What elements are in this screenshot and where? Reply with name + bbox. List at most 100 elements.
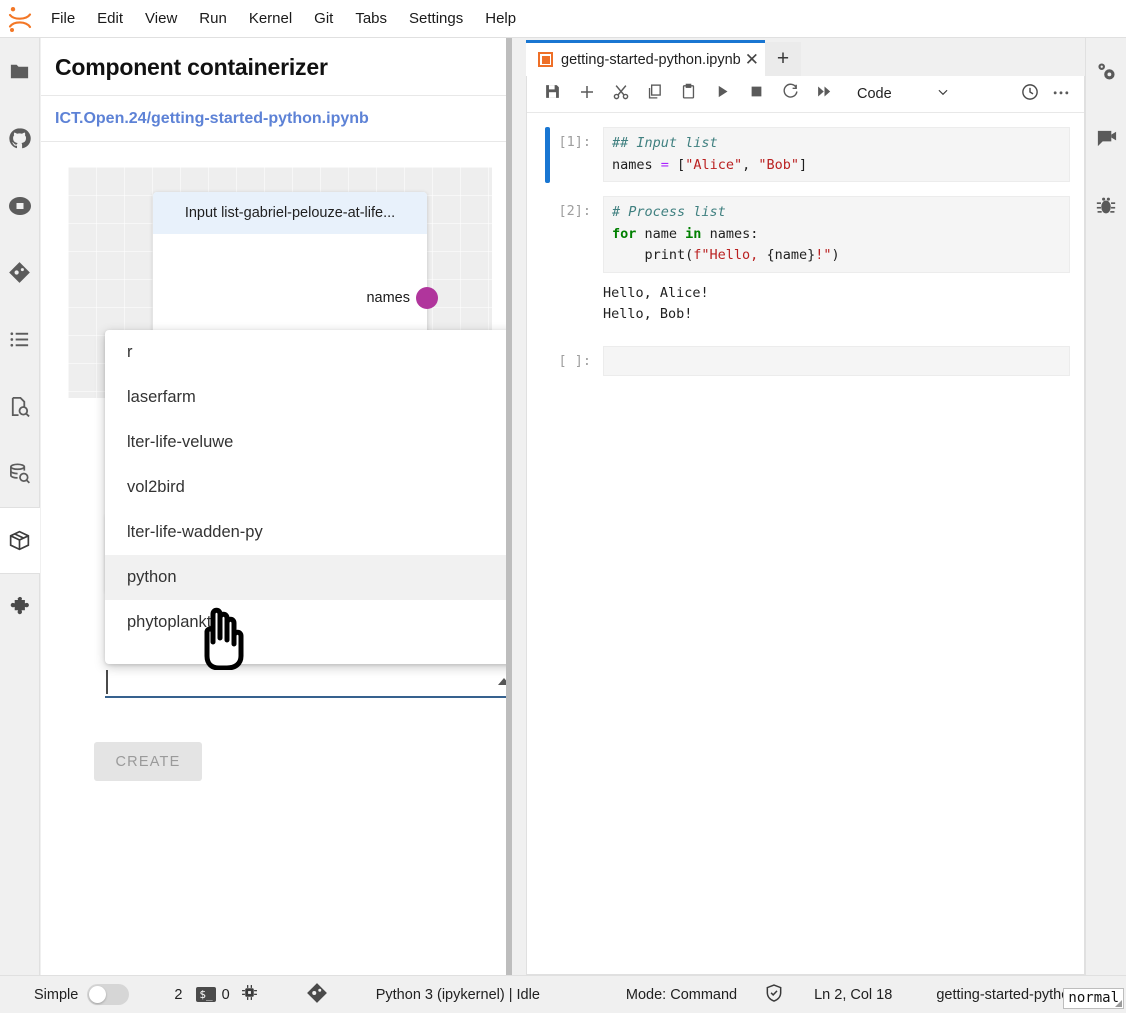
kernel-sessions-indicator[interactable]: 2	[174, 987, 182, 1003]
cursor-position-text[interactable]: Ln 2, Col 18	[814, 987, 892, 1003]
notebook-cell[interactable]: [1]: ## Input list names = ["Alice", "Bo…	[527, 127, 1084, 183]
database-search-icon	[8, 462, 31, 485]
restart-kernel-button[interactable]	[775, 79, 806, 110]
sidebar-item-file-browser[interactable]	[0, 38, 40, 105]
kernel-dropdown-menu[interactable]: r laserfarm lter-life-veluwe vol2bird lt…	[105, 330, 506, 664]
sidebar-item-component-containerizer[interactable]	[0, 507, 40, 574]
github-icon	[8, 127, 31, 150]
notebook-path-link[interactable]: ICT.Open.24/getting-started-python.ipynb	[41, 96, 506, 142]
dropdown-option-vol2bird[interactable]: vol2bird	[105, 465, 506, 510]
notebook-cell-list: [1]: ## Input list names = ["Alice", "Bo…	[527, 113, 1084, 376]
sidebar-item-search-replace[interactable]	[0, 373, 40, 440]
paste-icon	[680, 83, 697, 105]
notebook-dock-area: getting-started-python.ipynb ✕ + Code [1…	[512, 38, 1085, 975]
graph-node-output-port[interactable]: names	[366, 287, 438, 309]
file-name-text[interactable]: getting-started-python.	[936, 987, 1081, 1003]
cell-source[interactable]	[603, 345, 1070, 376]
graph-node-port-dot[interactable]	[416, 287, 438, 309]
save-notebook-button[interactable]	[537, 79, 568, 110]
sidebar-item-github[interactable]	[0, 105, 40, 172]
list-icon	[8, 328, 31, 351]
new-launcher-button[interactable]: +	[765, 42, 801, 76]
kernel-select-field[interactable]	[105, 666, 506, 698]
folder-icon	[8, 60, 31, 83]
plus-icon	[578, 83, 596, 106]
right-sidebar-rail	[1085, 38, 1126, 975]
git-icon	[8, 261, 31, 284]
git-icon	[306, 982, 328, 1008]
insert-cell-button[interactable]	[571, 79, 602, 110]
notebook-mode-text[interactable]: Mode: Command	[626, 987, 737, 1003]
stop-circle-icon	[8, 194, 32, 218]
sidebar-item-chat-panel[interactable]	[1086, 105, 1126, 172]
close-icon[interactable]: ✕	[745, 51, 759, 68]
menu-item-edit[interactable]: Edit	[86, 0, 134, 38]
dropdown-option-lter-life-wadden-py[interactable]: lter-life-wadden-py	[105, 510, 506, 555]
create-button[interactable]: CREATE	[94, 742, 202, 781]
menu-item-help[interactable]: Help	[474, 0, 527, 38]
notebook-cell[interactable]: [ ]:	[527, 345, 1084, 376]
restart-icon	[782, 83, 799, 105]
sidebar-item-git-panel[interactable]	[0, 239, 40, 306]
chevron-down-icon	[936, 85, 950, 103]
vim-mode-overlay[interactable]: normal	[1063, 988, 1124, 1009]
dropdown-option-lter-life-veluwe[interactable]: lter-life-veluwe	[105, 420, 506, 465]
menu-item-settings[interactable]: Settings	[398, 0, 474, 38]
paste-cells-button[interactable]	[673, 79, 704, 110]
clock-icon	[1021, 83, 1039, 106]
cell-source[interactable]: # Process list for name in names: print(…	[603, 196, 1070, 273]
restart-and-run-all-button[interactable]	[809, 79, 840, 110]
ellipsis-icon	[1051, 82, 1071, 107]
cell-source[interactable]: ## Input list names = ["Alice", "Bob"]	[603, 127, 1070, 182]
cut-cells-button[interactable]	[605, 79, 636, 110]
dropdown-option-phytoplankton[interactable]: phytoplankton	[105, 600, 506, 645]
dropdown-option-laserfarm[interactable]: laserfarm	[105, 375, 506, 420]
gears-icon	[1095, 60, 1118, 83]
git-status-indicator[interactable]	[306, 982, 328, 1008]
active-cell-indicator	[545, 127, 550, 183]
graph-node-title: Input list-gabriel-pelouze-at-life...	[153, 192, 427, 234]
cell-type-select[interactable]: Code	[857, 85, 950, 103]
sidebar-item-running-terminals[interactable]	[0, 172, 40, 239]
kernel-status-text[interactable]: Python 3 (ipykernel) | Idle	[376, 987, 540, 1003]
text-cursor	[106, 670, 108, 694]
shield-check-icon	[764, 983, 784, 1007]
interrupt-kernel-button[interactable]	[741, 79, 772, 110]
fast-forward-icon	[816, 83, 833, 105]
plus-icon: +	[776, 47, 790, 70]
menu-item-tabs[interactable]: Tabs	[344, 0, 398, 38]
trust-indicator[interactable]	[764, 983, 784, 1007]
simple-mode-toggle[interactable]: Simple	[34, 984, 130, 1005]
mouse-pointer-icon	[193, 598, 255, 675]
menu-item-git[interactable]: Git	[303, 0, 344, 38]
resource-usage-indicator[interactable]	[241, 984, 258, 1005]
kernel-status-button[interactable]	[1014, 79, 1045, 110]
tab-getting-started-python[interactable]: getting-started-python.ipynb ✕	[526, 40, 765, 76]
toolbar-right-group	[1014, 79, 1084, 110]
copy-cells-button[interactable]	[639, 79, 670, 110]
dropdown-option-r[interactable]: r	[105, 330, 506, 375]
notebook-cell[interactable]: [2]: # Process list for name in names: p…	[527, 196, 1084, 326]
kernel-count: 2	[174, 986, 183, 1003]
toggle-switch[interactable]	[87, 984, 130, 1005]
menu-item-file[interactable]: File	[40, 0, 86, 38]
bug-icon	[1095, 195, 1117, 217]
component-containerizer-panel: Component containerizer ICT.Open.24/gett…	[41, 38, 506, 975]
run-cell-button[interactable]	[707, 79, 738, 110]
sidebar-item-property-inspector[interactable]	[1086, 38, 1126, 105]
notebook-toolbar: Code	[527, 76, 1084, 113]
cell-prompt: [ ]:	[558, 352, 591, 369]
sidebar-item-data-catalog[interactable]	[0, 440, 40, 507]
menu-item-kernel[interactable]: Kernel	[238, 0, 303, 38]
menu-item-run[interactable]: Run	[188, 0, 238, 38]
chip-icon	[241, 984, 258, 1005]
sidebar-item-extension-manager[interactable]	[0, 574, 40, 641]
terminal-sessions-indicator[interactable]: $_ 0	[196, 987, 230, 1003]
menu-item-view[interactable]: View	[134, 0, 188, 38]
toolbar-overflow-button[interactable]	[1045, 79, 1076, 110]
sidebar-item-debugger[interactable]	[1086, 172, 1126, 239]
chevron-up-icon[interactable]	[498, 678, 506, 685]
cell-prompt: [2]:	[558, 203, 591, 219]
dropdown-option-python[interactable]: python	[105, 555, 506, 600]
sidebar-item-table-of-contents[interactable]	[0, 306, 40, 373]
